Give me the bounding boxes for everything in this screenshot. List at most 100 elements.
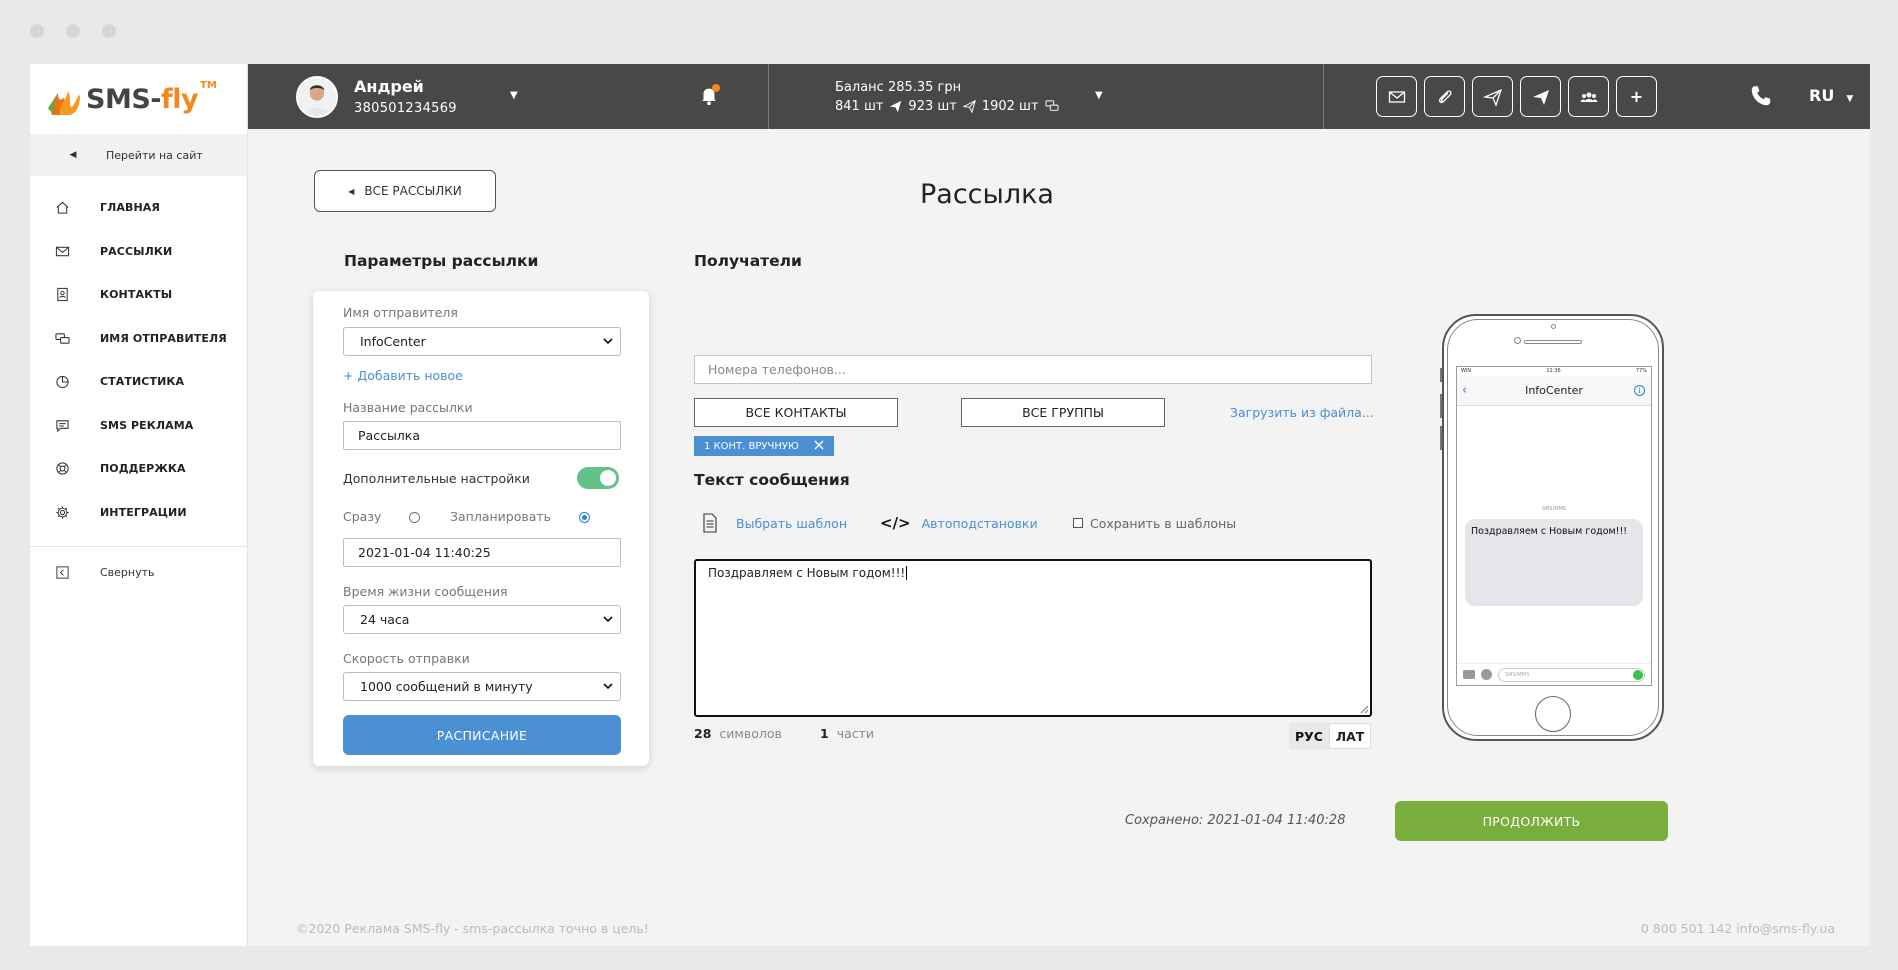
language-selector[interactable]: RU ▼ xyxy=(1809,86,1853,105)
sidebar-item-integrations[interactable]: ИНТЕГРАЦИИ xyxy=(30,491,247,535)
message-textarea[interactable]: Поздравляем с Новым годом!!! xyxy=(694,559,1372,717)
collapse-sidebar-button[interactable]: Свернуть xyxy=(30,547,247,597)
logo-text: SMS-fly xyxy=(86,83,199,115)
sidebar-item-statistics[interactable]: СТАТИСТИКА xyxy=(30,360,247,404)
close-icon[interactable] xyxy=(813,439,825,451)
phone-numbers-input[interactable]: Номера телефонов... xyxy=(694,355,1372,384)
sidebar-item-home[interactable]: ГЛАВНАЯ xyxy=(30,186,247,230)
sidebar-item-label: СТАТИСТИКА xyxy=(100,375,185,389)
datetime-input[interactable]: 2021-01-04 11:40:25 xyxy=(343,538,621,567)
goto-site-link[interactable]: ◀ Перейти на сайт xyxy=(30,134,247,176)
upload-file-link[interactable]: Загрузить из файла... xyxy=(1230,405,1374,420)
tool-group-button[interactable] xyxy=(1568,76,1609,117)
template-picker[interactable]: Выбрать шаблон xyxy=(702,513,847,533)
chevron-down-icon xyxy=(603,338,613,345)
speed-select[interactable]: 1000 сообщений в минуту xyxy=(343,672,621,701)
sidebar-item-sender-name[interactable]: ИМЯ ОТПРАВИТЕЛЯ xyxy=(30,317,247,361)
autosubst-link: Автоподстановки xyxy=(921,515,1038,531)
phone-icon[interactable] xyxy=(1748,83,1774,109)
all-campaigns-button[interactable]: ◀ ВСЕ РАССЫЛКИ xyxy=(314,170,496,212)
balance-dropdown-caret-icon[interactable]: ▼ xyxy=(1095,90,1103,101)
sidebar-item-campaigns[interactable]: РАССЫЛКИ xyxy=(30,230,247,274)
chevron-down-icon xyxy=(603,616,613,623)
speed-value: 1000 сообщений в минуту xyxy=(360,679,533,694)
triangle-left-icon: ◀ xyxy=(348,186,355,196)
sidebar-item-label: РАССЫЛКИ xyxy=(100,244,173,258)
code-icon: </> xyxy=(880,514,911,532)
chat-bubbles-icon xyxy=(54,333,70,344)
app-store-icon xyxy=(1481,669,1492,680)
tool-attach-button[interactable] xyxy=(1424,76,1465,117)
envelope-icon xyxy=(1388,90,1405,103)
phone-sms-label: SMS/MMS xyxy=(1541,506,1567,512)
campaign-name-input[interactable]: Рассылка xyxy=(343,421,621,450)
sidebar-item-support[interactable]: ПОДДЕРЖКА xyxy=(30,447,247,491)
logo-flame-icon xyxy=(48,91,80,115)
tool-envelope-button[interactable] xyxy=(1376,76,1417,117)
continue-button[interactable]: ПРОДОЛЖИТЬ xyxy=(1395,801,1668,841)
notifications-bell[interactable] xyxy=(698,84,722,108)
paperclip-icon xyxy=(1438,89,1452,103)
sender-select[interactable]: InfoCenter xyxy=(343,327,621,356)
sidebar-item-label: КОНТАКТЫ xyxy=(100,288,173,302)
all-groups-button[interactable]: ВСЕ ГРУППЫ xyxy=(961,398,1165,427)
tool-send-outline-button[interactable] xyxy=(1472,76,1513,117)
user-menu[interactable]: Андрей 380501234569 ▼ xyxy=(248,64,768,129)
user-dropdown-caret-icon[interactable]: ▼ xyxy=(510,90,518,101)
phone-chat-header: ‹ InfoCenter i xyxy=(1457,376,1651,406)
send-now-label: Сразу xyxy=(343,509,382,524)
saved-status: Сохранено: 2021-01-04 11:40:28 xyxy=(1125,813,1346,828)
schedule-radio[interactable] xyxy=(579,512,590,523)
save-template-checkbox[interactable] xyxy=(1073,518,1083,528)
sidebar-item-contacts[interactable]: КОНТАКТЫ xyxy=(30,273,247,317)
pie-chart-icon xyxy=(55,376,69,389)
datetime-value: 2021-01-04 11:40:25 xyxy=(358,545,491,560)
save-template-option[interactable]: Сохранить в шаблоны xyxy=(1073,513,1236,533)
phone-preview: WIN 11:36 77% ‹ InfoCenter i SMS/MMS Поз… xyxy=(1440,314,1664,741)
ttl-label: Время жизни сообщения xyxy=(343,584,508,599)
tool-send-filled-button[interactable] xyxy=(1520,76,1561,117)
phone-composer: SMS/MMS xyxy=(1457,663,1651,685)
footer-contacts: 0 800 501 142 info@sms-fly.ua xyxy=(1640,921,1835,936)
logo[interactable]: SMS-fly TM xyxy=(30,64,247,134)
parts-counter: 1 части xyxy=(820,726,875,741)
alphabet-rus-button[interactable]: РУС xyxy=(1289,723,1329,749)
send-filled-icon xyxy=(890,100,902,112)
params-card: Имя отправителя InfoCenter + Добавить но… xyxy=(313,291,649,766)
chevron-down-icon: ▼ xyxy=(1846,94,1854,104)
language-value: RU xyxy=(1809,86,1835,105)
schedule-button[interactable]: РАСПИСАНИЕ xyxy=(343,715,621,755)
add-sender-link[interactable]: + Добавить новое xyxy=(343,368,463,383)
count-viber: 923 шт xyxy=(908,98,957,114)
speed-label: Скорость отправки xyxy=(343,651,470,666)
alphabet-lat-button[interactable]: ЛАТ xyxy=(1329,723,1371,749)
phone-contact-name: InfoCenter xyxy=(1525,384,1583,397)
send-outline-icon xyxy=(962,99,976,113)
ttl-select[interactable]: 24 часа xyxy=(343,605,621,634)
tool-add-button[interactable]: + xyxy=(1616,76,1657,117)
sender-value: InfoCenter xyxy=(360,334,426,349)
choose-template-link: Выбрать шаблон xyxy=(736,515,847,531)
balance-menu[interactable]: Баланс 285.35 грн 841 шт 923 шт 1902 шт … xyxy=(769,64,1323,129)
extra-settings-toggle[interactable] xyxy=(577,467,619,489)
sidebar-item-label: ПОДДЕРЖКА xyxy=(100,462,186,476)
group-icon xyxy=(1580,92,1597,102)
send-outline-icon xyxy=(1482,88,1502,107)
page-title: Рассылка xyxy=(920,179,1054,210)
send-now-radio[interactable] xyxy=(409,512,420,523)
save-template-label: Сохранить в шаблоны xyxy=(1090,515,1237,531)
all-contacts-button[interactable]: ВСЕ КОНТАКТЫ xyxy=(694,398,898,427)
sidebar-item-sms-ads[interactable]: SMS РЕКЛАМА xyxy=(30,404,247,448)
message-icon xyxy=(55,420,69,433)
avatar xyxy=(296,75,338,118)
symbols-counter: 28 символов xyxy=(694,726,782,741)
recipient-chip[interactable]: 1 КОНТ. ВРУЧНУЮ xyxy=(694,436,834,456)
autosubst-picker[interactable]: </> Автоподстановки xyxy=(880,513,1038,533)
resize-handle-icon[interactable] xyxy=(1360,705,1369,714)
phone-status-bar: WIN 11:36 77% xyxy=(1461,368,1647,374)
sidebar: SMS-fly TM ◀ Перейти на сайт ГЛАВНАЯ РАС… xyxy=(30,64,248,946)
window-controls xyxy=(30,24,116,38)
count-other: 1902 шт xyxy=(981,98,1039,114)
send-icon xyxy=(1633,669,1643,680)
alphabet-switch: РУС ЛАТ xyxy=(1289,723,1371,749)
